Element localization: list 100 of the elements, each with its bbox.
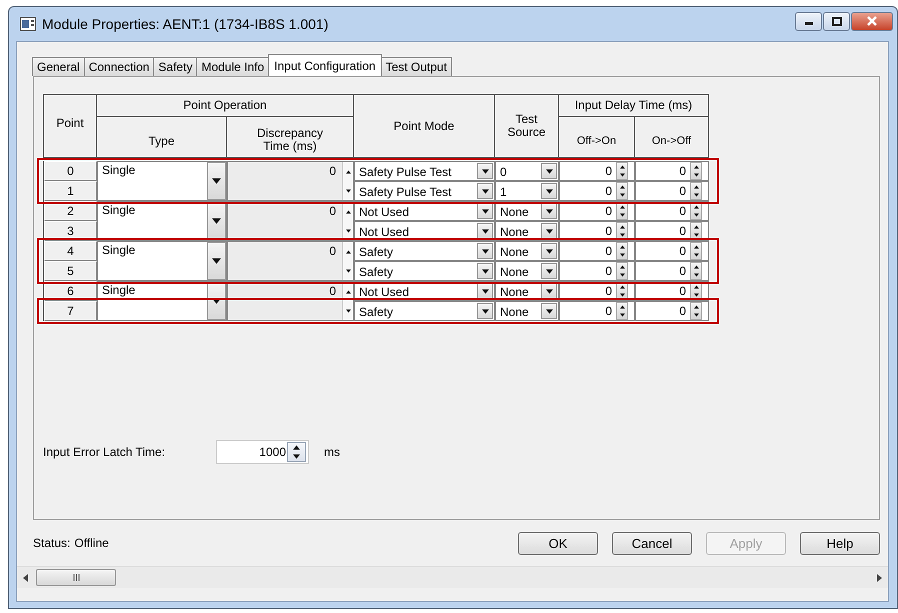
caret-icon — [482, 188, 488, 194]
down-arrow-icon — [620, 253, 624, 257]
dropdown-button[interactable] — [541, 223, 557, 239]
delay-spinner[interactable]: 0 — [635, 161, 709, 181]
status-label: Status: — [33, 536, 70, 550]
delay-spinner[interactable]: 0 — [559, 261, 635, 281]
scroll-thumb[interactable] — [36, 569, 116, 586]
close-button[interactable] — [851, 12, 893, 30]
type-dropdown[interactable]: Single — [97, 161, 227, 201]
dropdown-button[interactable] — [477, 243, 493, 259]
scroll-right-icon[interactable] — [877, 574, 882, 582]
delay-spinner[interactable]: 0 — [559, 201, 635, 221]
dialog-button[interactable]: Cancel — [612, 532, 692, 554]
delay-spinner[interactable]: 0 — [559, 221, 635, 241]
delay-spinner[interactable]: 0 — [635, 201, 709, 221]
up-arrow-icon — [346, 250, 350, 254]
tab[interactable]: Connection — [84, 57, 154, 76]
dropdown-button[interactable] — [541, 303, 557, 319]
spin-buttons[interactable] — [690, 162, 702, 180]
horizontal-scrollbar[interactable] — [17, 566, 888, 588]
down-arrow-icon — [346, 268, 350, 272]
test-source-dropdown[interactable]: None — [495, 221, 559, 241]
spin-buttons[interactable] — [616, 302, 628, 320]
point-mode-dropdown[interactable]: Safety Pulse Test — [354, 181, 495, 201]
delay-spinner[interactable]: 0 — [559, 301, 635, 321]
latch-time-spinner[interactable]: 1000 — [216, 440, 309, 464]
tab[interactable]: General — [32, 57, 85, 76]
tab[interactable]: Module Info — [196, 57, 270, 76]
delay-spinner[interactable]: 0 — [635, 301, 709, 321]
spin-buttons[interactable] — [690, 302, 702, 320]
point-mode-dropdown[interactable]: Safety — [354, 261, 495, 281]
up-arrow-icon — [694, 245, 698, 249]
down-arrow-icon — [694, 173, 698, 177]
spin-buttons[interactable] — [616, 182, 628, 200]
delay-spinner[interactable]: 0 — [635, 241, 709, 261]
delay-spinner[interactable]: 0 — [559, 241, 635, 261]
test-source-dropdown[interactable]: 1 — [495, 181, 559, 201]
down-arrow-icon — [346, 308, 350, 312]
scroll-left-icon[interactable] — [23, 574, 28, 582]
dropdown-button[interactable] — [541, 203, 557, 219]
dropdown-button[interactable] — [207, 162, 226, 200]
dropdown-button[interactable] — [477, 183, 493, 199]
dropdown-button[interactable] — [477, 203, 493, 219]
point-mode-dropdown[interactable]: Safety — [354, 301, 495, 321]
tab[interactable]: Test Output — [380, 57, 452, 76]
up-arrow-icon — [694, 185, 698, 189]
dropdown-button[interactable] — [477, 303, 493, 319]
dropdown-button[interactable] — [541, 263, 557, 279]
delay-spinner[interactable]: 0 — [635, 261, 709, 281]
column-header: On->Off — [635, 117, 709, 158]
down-arrow-icon — [620, 233, 624, 237]
dialog-button[interactable]: OK — [518, 532, 598, 554]
dropdown-button[interactable] — [477, 263, 493, 279]
dropdown-button[interactable] — [477, 223, 493, 239]
dropdown-button[interactable] — [207, 242, 226, 280]
spin-buttons[interactable] — [690, 242, 702, 260]
up-arrow-icon — [620, 185, 624, 189]
point-mode-dropdown[interactable]: Not Used — [354, 201, 495, 221]
down-arrow-icon — [694, 313, 698, 317]
delay-spinner[interactable]: 0 — [559, 161, 635, 181]
dropdown-button[interactable] — [541, 183, 557, 199]
minimize-button[interactable] — [795, 12, 822, 30]
point-mode-dropdown[interactable]: Safety Pulse Test — [354, 161, 495, 181]
caret-icon — [546, 308, 552, 314]
point-mode-dropdown[interactable]: Not Used — [354, 221, 495, 241]
dialog-button[interactable]: Help — [800, 532, 880, 554]
dropdown-button[interactable] — [541, 243, 557, 259]
delay-spinner[interactable]: 0 — [635, 181, 709, 201]
tab[interactable]: Safety — [153, 57, 198, 76]
spin-buttons[interactable] — [616, 242, 628, 260]
column-header: Off->On — [559, 117, 635, 158]
test-source-dropdown[interactable]: None — [495, 241, 559, 261]
point-mode-dropdown[interactable]: Safety — [354, 241, 495, 261]
type-dropdown[interactable]: Single — [97, 201, 227, 241]
spin-buttons[interactable] — [616, 162, 628, 180]
maximize-button[interactable] — [823, 12, 850, 30]
discrepancy-spinner[interactable]: 0 — [227, 161, 354, 201]
spin-buttons[interactable] — [287, 442, 306, 462]
delay-spinner[interactable]: 0 — [559, 181, 635, 201]
dropdown-button[interactable] — [477, 163, 493, 179]
down-arrow-icon — [694, 293, 698, 297]
test-source-dropdown[interactable]: None — [495, 201, 559, 221]
caret-icon — [546, 188, 552, 194]
spin-buttons[interactable] — [616, 262, 628, 280]
caret-icon — [482, 208, 488, 214]
discrepancy-spinner[interactable]: 0 — [227, 201, 354, 241]
type-dropdown[interactable]: Single — [97, 241, 227, 281]
tab[interactable]: Input Configuration — [268, 54, 382, 76]
dropdown-button[interactable] — [541, 163, 557, 179]
test-source-dropdown[interactable]: None — [495, 301, 559, 321]
spin-buttons[interactable] — [690, 262, 702, 280]
delay-spinner[interactable]: 0 — [635, 221, 709, 241]
spin-buttons[interactable] — [690, 182, 702, 200]
caret-icon — [212, 258, 221, 264]
discrepancy-spinner[interactable]: 0 — [227, 241, 354, 281]
up-arrow-icon — [694, 225, 698, 229]
discrepancy-spinner[interactable]: 0 — [227, 281, 354, 321]
test-source-dropdown[interactable]: 0 — [495, 161, 559, 181]
caret-icon — [546, 168, 552, 174]
test-source-dropdown[interactable]: None — [495, 261, 559, 281]
